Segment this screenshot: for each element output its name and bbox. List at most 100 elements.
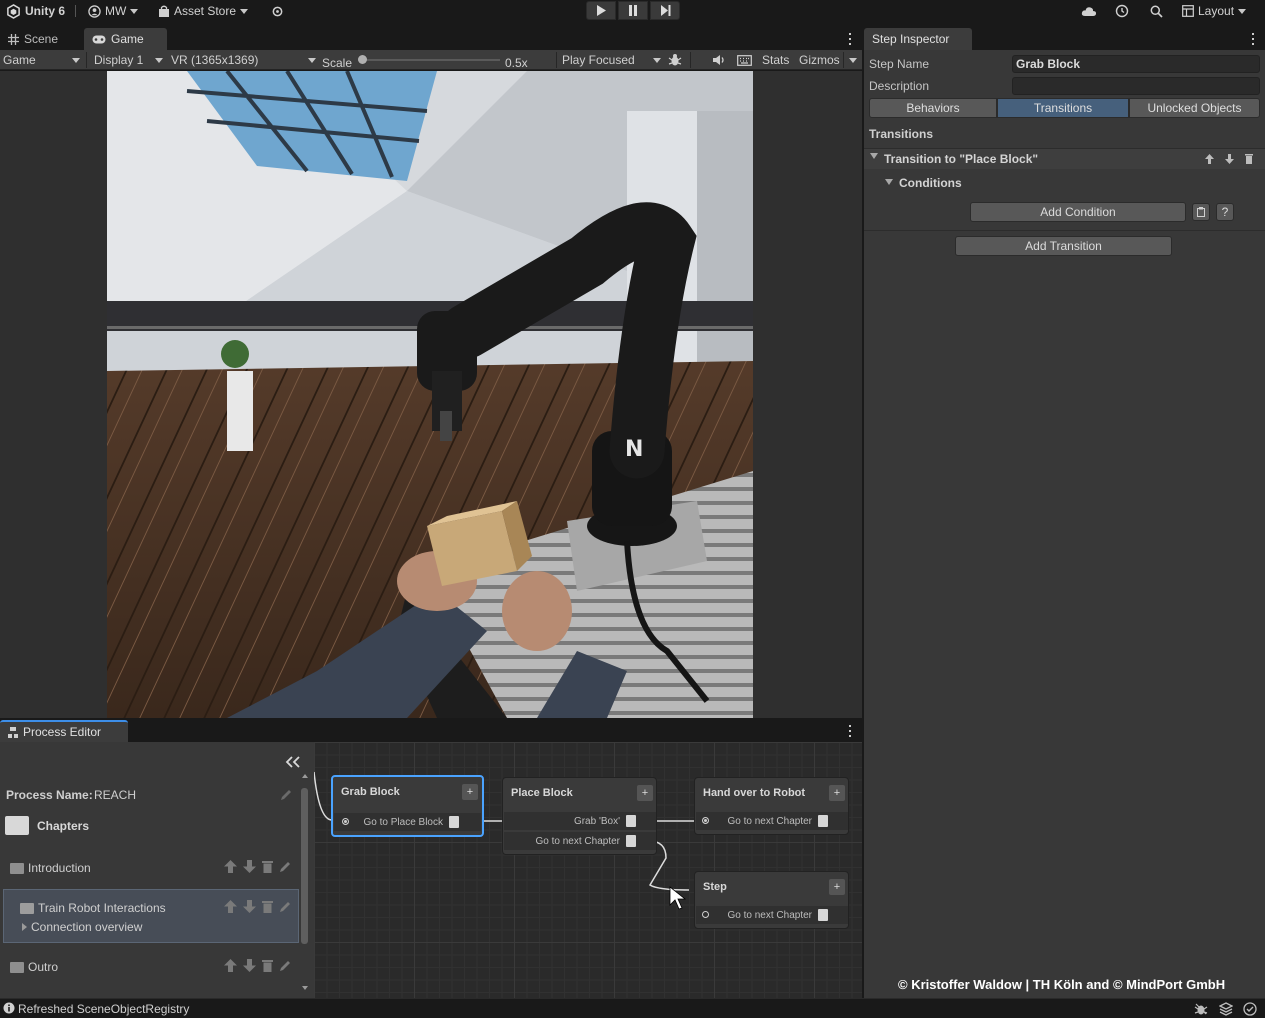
add-port-button[interactable]: + bbox=[829, 785, 845, 801]
port-row[interactable]: Go to next Chapter bbox=[504, 832, 656, 850]
pencil-icon[interactable] bbox=[279, 900, 292, 913]
step-button[interactable] bbox=[650, 1, 680, 20]
scale-slider[interactable] bbox=[358, 55, 500, 64]
add-port-button[interactable]: + bbox=[829, 879, 845, 895]
move-up-icon[interactable] bbox=[1205, 154, 1214, 164]
process-menu-kebab-icon[interactable] bbox=[844, 724, 856, 738]
chapter-item-train-robot-interactions[interactable]: Train Robot Interactions bbox=[20, 899, 166, 917]
game-view[interactable]: N bbox=[0, 71, 862, 718]
bug-button[interactable] bbox=[668, 52, 682, 68]
scroll-down-arrow-icon[interactable] bbox=[302, 986, 308, 990]
check-circle-icon[interactable] bbox=[1243, 1002, 1257, 1016]
scale-slider-handle[interactable] bbox=[358, 55, 367, 64]
trash-icon[interactable] bbox=[262, 900, 273, 913]
game-mode-label: Game bbox=[3, 53, 36, 67]
gizmos-button[interactable]: Gizmos bbox=[799, 52, 840, 68]
port-row[interactable]: Go to next Chapter bbox=[696, 906, 848, 924]
resolution-dropdown[interactable]: VR (1365x1369) bbox=[171, 52, 317, 68]
tab-unlocked-objects[interactable]: Unlocked Objects bbox=[1129, 98, 1260, 118]
node-place-block[interactable]: Place Block + Grab 'Box' Go to next Chap… bbox=[502, 777, 657, 855]
unity-menu[interactable]: Unity 6 bbox=[6, 3, 65, 19]
panel-menu-kebab-icon[interactable] bbox=[844, 32, 856, 46]
chapter-item-outro[interactable]: Outro bbox=[10, 958, 58, 976]
inspector-menu-kebab-icon[interactable] bbox=[1247, 32, 1259, 46]
trash-icon[interactable] bbox=[262, 860, 273, 873]
move-down-icon[interactable] bbox=[243, 959, 256, 972]
trash-icon[interactable] bbox=[449, 816, 459, 828]
move-down-icon[interactable] bbox=[1225, 154, 1234, 164]
tab-game[interactable]: Game bbox=[84, 28, 167, 50]
collapse-sidebar-icon[interactable] bbox=[285, 756, 301, 768]
game-mode-dropdown[interactable]: Game bbox=[3, 52, 83, 68]
vr-viewport-render[interactable]: N bbox=[107, 71, 753, 718]
node-grab-block[interactable]: Grab Block + Go to Place Block bbox=[331, 775, 484, 837]
sub-item-connection-overview[interactable]: Connection overview bbox=[22, 918, 142, 936]
search-button[interactable] bbox=[1150, 3, 1163, 19]
input-port-icon[interactable] bbox=[342, 818, 349, 825]
add-condition-button[interactable]: Add Condition bbox=[970, 202, 1186, 222]
tab-scene[interactable]: Scene bbox=[0, 28, 66, 50]
display-dropdown[interactable]: Display 1 bbox=[94, 52, 164, 68]
node-step[interactable]: Step + Go to next Chapter bbox=[694, 871, 849, 929]
keyboard-shortcuts-button[interactable] bbox=[737, 52, 752, 68]
edit-process-name-pencil-icon[interactable] bbox=[280, 788, 293, 801]
move-up-icon[interactable] bbox=[224, 900, 237, 913]
chapter-name: Introduction bbox=[28, 861, 91, 875]
pencil-icon[interactable] bbox=[279, 860, 292, 873]
gizmos-chevron-down-icon[interactable] bbox=[849, 58, 857, 63]
status-message[interactable]: Refreshed SceneObjectRegistry bbox=[18, 1002, 189, 1016]
play-focused-dropdown[interactable]: Play Focused bbox=[562, 52, 662, 68]
tab-step-inspector[interactable]: Step Inspector bbox=[864, 28, 972, 50]
node-hand-over-to-robot[interactable]: Hand over to Robot + Go to next Chapter bbox=[694, 777, 849, 835]
port-row[interactable]: Grab 'Box' bbox=[504, 812, 656, 830]
pencil-icon[interactable] bbox=[279, 959, 292, 972]
speaker-icon bbox=[713, 55, 724, 65]
cloud-button[interactable] bbox=[1081, 3, 1097, 19]
account-dropdown[interactable]: MW bbox=[88, 3, 139, 19]
trash-icon[interactable] bbox=[818, 909, 828, 921]
port-row[interactable]: Go to next Chapter bbox=[696, 812, 848, 830]
step-name-input[interactable]: Grab Block bbox=[1012, 55, 1260, 73]
tab-transitions[interactable]: Transitions bbox=[997, 98, 1129, 118]
mute-audio-button[interactable] bbox=[712, 52, 726, 68]
add-port-button[interactable]: + bbox=[462, 784, 478, 800]
input-port-icon[interactable] bbox=[702, 817, 709, 824]
pause-button[interactable] bbox=[618, 1, 648, 20]
trash-icon[interactable] bbox=[818, 815, 828, 827]
foldout-arrow-icon[interactable] bbox=[870, 153, 878, 159]
play-button[interactable] bbox=[586, 1, 616, 20]
layout-dropdown[interactable]: Layout bbox=[1182, 3, 1247, 19]
layers-icon[interactable] bbox=[1219, 1002, 1233, 1016]
tab-process-editor[interactable]: Process Editor bbox=[0, 720, 128, 742]
scrollbar-thumb[interactable] bbox=[301, 788, 308, 944]
history-button[interactable] bbox=[1115, 3, 1129, 19]
search-icon bbox=[1150, 5, 1163, 18]
move-up-icon[interactable] bbox=[224, 860, 237, 873]
paste-condition-button[interactable] bbox=[1192, 203, 1210, 221]
trash-icon[interactable] bbox=[262, 959, 273, 972]
trash-icon[interactable] bbox=[626, 815, 636, 827]
sidebar-scrollbar[interactable] bbox=[301, 774, 309, 996]
move-down-icon[interactable] bbox=[243, 860, 256, 873]
input-port-icon[interactable] bbox=[702, 911, 709, 918]
debug-bug-icon[interactable] bbox=[1194, 1002, 1208, 1016]
trash-icon[interactable] bbox=[626, 835, 636, 847]
description-input[interactable] bbox=[1012, 77, 1260, 95]
help-button[interactable]: ? bbox=[1216, 203, 1234, 221]
port-label: Go to next Chapter bbox=[535, 835, 621, 847]
stats-button[interactable]: Stats bbox=[762, 52, 789, 68]
trash-icon[interactable] bbox=[1245, 153, 1253, 164]
add-transition-button[interactable]: Add Transition bbox=[955, 236, 1172, 256]
asset-store-dropdown[interactable]: Asset Store bbox=[158, 3, 249, 19]
move-down-icon[interactable] bbox=[243, 900, 256, 913]
conditions-foldout-arrow-icon[interactable] bbox=[885, 179, 893, 185]
tab-behaviors[interactable]: Behaviors bbox=[869, 98, 997, 118]
package-gear-button[interactable] bbox=[271, 3, 284, 19]
add-port-button[interactable]: + bbox=[637, 785, 653, 801]
scroll-up-arrow-icon[interactable] bbox=[302, 774, 308, 778]
transition-foldout-header[interactable]: Transition to "Place Block" bbox=[864, 149, 1265, 169]
process-name-value[interactable]: REACH bbox=[94, 788, 136, 802]
process-graph-canvas[interactable]: Grab Block + Go to Place Block Place Blo… bbox=[314, 742, 862, 998]
port-row[interactable]: Go to Place Block bbox=[334, 813, 481, 831]
move-up-icon[interactable] bbox=[224, 959, 237, 972]
